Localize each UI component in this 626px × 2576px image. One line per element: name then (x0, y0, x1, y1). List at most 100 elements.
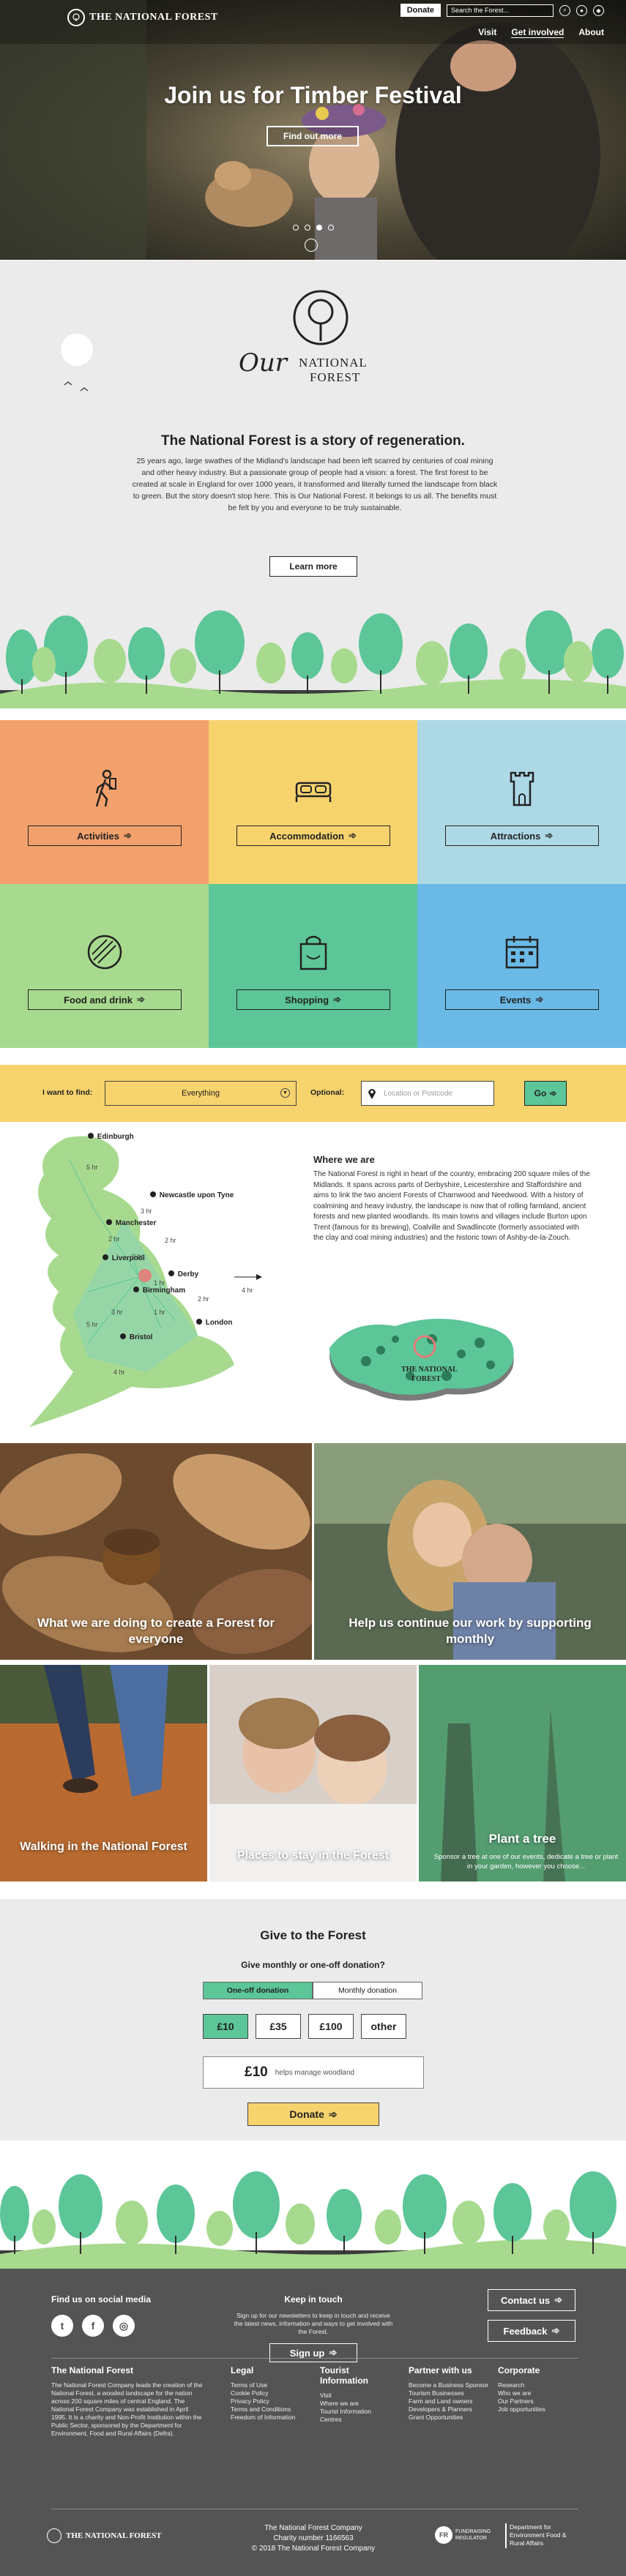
amount-options: £10 £35 £100 other (203, 2014, 406, 2039)
hero-cta-button[interactable]: Find out more (267, 126, 359, 146)
amount-10-button[interactable]: £10 (203, 2014, 248, 2039)
footer-link[interactable]: Our Partners (498, 2397, 578, 2405)
keep-heading: Keep in touch (284, 2294, 343, 2304)
amount-100-button[interactable]: £100 (308, 2014, 354, 2039)
go-button[interactable]: Go ➾ (524, 1081, 567, 1106)
footer-link[interactable]: Tourist Information Centres (320, 2408, 386, 2424)
inset-label: THE NATIONAL (401, 1366, 458, 1374)
contact-us-button[interactable]: Contact us ➾ (488, 2289, 575, 2311)
feedback-button[interactable]: Feedback ➾ (488, 2320, 575, 2342)
feature-caption: Help us continue our work by supporting … (349, 1616, 592, 1646)
footer-link[interactable]: Farm and Land owners (409, 2397, 489, 2405)
learn-more-label: Learn more (289, 561, 338, 572)
category-select[interactable]: Everything ▼ (105, 1081, 297, 1106)
footer-treeline-illustration (0, 2141, 626, 2269)
amount-35-button[interactable]: £35 (256, 2014, 301, 2039)
category-events[interactable]: Events ➾ (417, 884, 626, 1048)
selected-amount: £10 (245, 2064, 268, 2080)
footer-divider (51, 2358, 578, 2359)
about-column: The National Forest The National Forest … (51, 2365, 205, 2438)
feature-support-monthly[interactable]: Help us continue our work by supporting … (314, 1443, 626, 1660)
category-activities[interactable]: Activities ➾ (0, 720, 209, 884)
carousel-dot-active[interactable] (316, 225, 322, 231)
footer-link[interactable]: Cookie Policy (231, 2389, 300, 2397)
category-attractions[interactable]: Attractions ➾ (417, 720, 626, 884)
footer-link[interactable]: Job opportunities (498, 2405, 578, 2414)
donate-submit-button[interactable]: Donate ➾ (247, 2103, 379, 2126)
defra-text: Department for Environment Food & Rural … (510, 2523, 567, 2547)
footer-logo[interactable]: THE NATIONAL FOREST (47, 2528, 162, 2543)
instagram-icon[interactable]: ◎ (113, 2315, 135, 2337)
accommodation-button[interactable]: Accommodation ➾ (236, 825, 390, 846)
sign-up-button[interactable]: Sign up ➾ (269, 2343, 357, 2362)
events-button[interactable]: Events ➾ (444, 989, 599, 1010)
food-and-drink-button[interactable]: Food and drink ➾ (27, 989, 182, 1010)
footer-link[interactable]: Visit (320, 2392, 386, 2400)
donate-button[interactable]: Donate (400, 4, 441, 17)
city-label: Derby (177, 1270, 199, 1278)
about-body: The National Forest Company leads the cr… (51, 2381, 203, 2437)
chevron-down-icon: ▼ (280, 1088, 290, 1098)
footer-link[interactable]: Where we are (320, 2400, 386, 2408)
fundraising-regulator-badge: FR FUNDRAISING REGULATOR (435, 2526, 499, 2544)
facebook-icon[interactable]: f (82, 2315, 104, 2337)
amount-impact: helps manage woodland (275, 2068, 355, 2077)
footer-link[interactable]: Become a Business Sponsor (409, 2381, 489, 2389)
category-accommodation[interactable]: Accommodation ➾ (209, 720, 417, 884)
footer-link[interactable]: Privacy Policy (231, 2397, 300, 2405)
arrow-icon: ➾ (535, 994, 544, 1005)
location-input[interactable]: Location or Postcode (361, 1081, 494, 1106)
basket-icon[interactable]: ◆ (593, 4, 604, 16)
pin-icon (168, 1270, 174, 1276)
story-heading: The National Forest is a story of regene… (161, 433, 465, 449)
charity-number: Charity number 1166563 (273, 2534, 354, 2542)
category-shopping[interactable]: Shopping ➾ (209, 884, 417, 1048)
account-icon[interactable]: ● (576, 4, 587, 16)
footer-link[interactable]: Who we are (498, 2389, 578, 2397)
footer-link[interactable]: Developers & Planners (409, 2405, 489, 2414)
travel-time: 4 hr (113, 1368, 125, 1376)
amount-other-button[interactable]: other (361, 2014, 406, 2039)
story-body: 25 years ago, large swathes of the Midla… (132, 457, 498, 512)
footer-link[interactable]: Terms of Use (231, 2381, 300, 2389)
about-heading: The National Forest (51, 2365, 134, 2375)
twitter-icon[interactable]: t (51, 2315, 73, 2337)
feature-places-to-stay[interactable]: Places to stay in the Forest (209, 1665, 417, 1882)
carousel-dot[interactable] (328, 225, 334, 231)
feature-plant-a-tree[interactable]: Plant a tree Sponsor a tree at one of ou… (419, 1665, 626, 1882)
logo-script: Our (239, 348, 288, 378)
learn-more-button[interactable]: Learn more (269, 556, 357, 577)
shopping-button[interactable]: Shopping ➾ (236, 989, 390, 1010)
footer-link[interactable]: Terms and Conditions (231, 2405, 300, 2414)
pin-icon (196, 1319, 202, 1325)
footer-link[interactable]: Grant Opportunities (409, 2414, 489, 2422)
carousel-pause-icon[interactable] (305, 239, 318, 252)
footer-link[interactable]: Tourism Businesses (409, 2389, 489, 2397)
nav-visit[interactable]: Visit (478, 27, 496, 38)
nav-get-involved[interactable]: Get involved (511, 27, 564, 38)
footer-link[interactable]: Research (498, 2381, 578, 2389)
search-icon[interactable]: ⌕ (559, 4, 570, 16)
feature-create-forest[interactable]: What we are doing to create a Forest for… (0, 1443, 312, 1660)
tab-one-off[interactable]: One-off donation (203, 1982, 313, 1999)
category-food-and-drink[interactable]: Food and drink ➾ (0, 884, 209, 1048)
social-block: Find us on social media t f ◎ (51, 2294, 151, 2337)
tab-monthly[interactable]: Monthly donation (313, 1982, 422, 1999)
signup-label: Sign up (289, 2347, 325, 2359)
travel-time: 3 hr (141, 1208, 152, 1215)
where-we-are-section: Edinburgh Newcastle upon Tyne Manchester… (0, 1127, 626, 1434)
activities-button[interactable]: Activities ➾ (27, 825, 182, 846)
feature-description: Sponsor a tree at one of our events, ded… (433, 1853, 619, 1871)
site-logo[interactable]: THE NATIONAL FOREST (67, 9, 218, 26)
attractions-button[interactable]: Attractions ➾ (444, 825, 599, 846)
arrow-icon: ➾ (136, 994, 145, 1005)
carousel-dot[interactable] (305, 225, 310, 231)
feature-walking[interactable]: Walking in the National Forest (0, 1665, 207, 1882)
carousel-dot[interactable] (293, 225, 299, 231)
footer-link[interactable]: Freedom of Information (231, 2414, 300, 2422)
nav-about[interactable]: About (578, 27, 604, 38)
search-input[interactable]: Search the Forest... (447, 4, 554, 17)
arrow-icon: ➾ (549, 1088, 557, 1098)
arrow-icon: ➾ (554, 2294, 563, 2305)
food-icon (87, 935, 122, 970)
